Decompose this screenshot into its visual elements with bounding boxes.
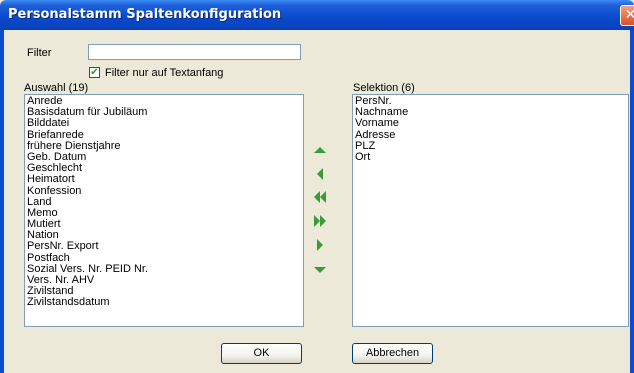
move-down-button[interactable]: [312, 263, 328, 277]
ok-button[interactable]: OK: [221, 343, 302, 364]
move-right-button[interactable]: [312, 238, 328, 252]
filter-textanfang-label: Filter nur auf Textanfang: [105, 67, 224, 79]
auswahl-list-item[interactable]: Memo: [27, 208, 301, 219]
auswahl-list-item[interactable]: Sozial Vers. Nr. PEID Nr.: [27, 264, 301, 275]
move-up-icon: [314, 147, 326, 153]
move-all-right-button[interactable]: [312, 214, 328, 228]
window-frame-right: [630, 30, 634, 373]
auswahl-list-item[interactable]: Geb. Datum: [27, 152, 301, 163]
auswahl-list-item[interactable]: Geschlecht: [27, 163, 301, 174]
move-right-icon: [317, 239, 323, 251]
auswahl-list-item[interactable]: Basisdatum für Jubiläum: [27, 107, 301, 118]
selektion-list-item[interactable]: Vorname: [355, 118, 626, 129]
filter-input[interactable]: [88, 44, 301, 60]
move-up-button[interactable]: [312, 143, 328, 157]
selektion-list-item[interactable]: Adresse: [355, 130, 626, 141]
move-all-right-icon: [314, 215, 326, 227]
auswahl-header: Auswahl (19): [24, 82, 89, 94]
close-button[interactable]: ✕: [620, 5, 634, 26]
auswahl-list-item[interactable]: Vers. Nr. AHV: [27, 275, 301, 286]
auswahl-list-item[interactable]: Heimatort: [27, 174, 301, 185]
selektion-list-item[interactable]: Ort: [355, 152, 626, 163]
window-frame-left: [0, 30, 4, 373]
selektion-listbox[interactable]: PersNr. Nachname Vorname Adresse PLZ Ort: [352, 94, 629, 327]
move-all-left-button[interactable]: [312, 190, 328, 204]
cancel-button[interactable]: Abbrechen: [352, 343, 433, 364]
auswahl-list-item[interactable]: Postfach: [27, 253, 301, 264]
selektion-list-item[interactable]: PLZ: [355, 141, 626, 152]
auswahl-list-item[interactable]: Bilddatei: [27, 118, 301, 129]
title-bar: Personalstamm Spaltenkonfiguration ✕: [0, 0, 634, 30]
auswahl-list-item[interactable]: PersNr. Export: [27, 241, 301, 252]
filter-textanfang-checkbox[interactable]: ✔: [89, 67, 100, 78]
auswahl-list-item[interactable]: Briefanrede: [27, 130, 301, 141]
selektion-list-item[interactable]: Nachname: [355, 107, 626, 118]
window-title: Personalstamm Spaltenkonfiguration: [8, 7, 282, 22]
auswahl-list-item[interactable]: Mutiert: [27, 219, 301, 230]
auswahl-list-item[interactable]: Zivilstandsdatum: [27, 297, 301, 308]
selektion-list-item[interactable]: PersNr.: [355, 96, 626, 107]
move-all-left-icon: [314, 191, 326, 203]
move-down-icon: [314, 267, 326, 273]
auswahl-list-item[interactable]: Land: [27, 197, 301, 208]
auswahl-listbox[interactable]: Anrede Basisdatum für Jubiläum Bilddatei Br…: [24, 94, 304, 327]
auswahl-list-item[interactable]: Nation: [27, 230, 301, 241]
filter-label: Filter: [27, 47, 52, 59]
move-left-button[interactable]: [312, 167, 328, 181]
selektion-header: Selektion (6): [353, 82, 415, 94]
move-left-icon: [317, 168, 323, 180]
auswahl-list-item[interactable]: frühere Dienstjahre: [27, 141, 301, 152]
auswahl-list-item[interactable]: Anrede: [27, 96, 301, 107]
auswahl-list-item[interactable]: Konfession: [27, 186, 301, 197]
auswahl-list-item[interactable]: Zivilstand: [27, 286, 301, 297]
